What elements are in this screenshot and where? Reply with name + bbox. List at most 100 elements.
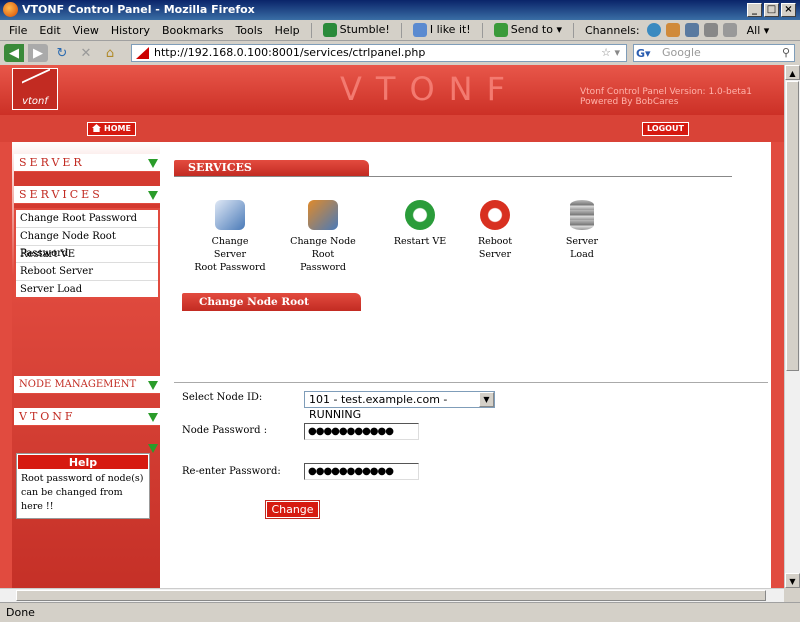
search-icon[interactable]: ⚲ — [782, 45, 790, 61]
vtonf-logo[interactable]: vtonf — [12, 68, 58, 110]
menu-help[interactable]: Help — [270, 24, 305, 37]
search-input[interactable]: G▾ Google ⚲ — [633, 44, 795, 62]
close-button[interactable]: × — [781, 3, 796, 17]
separator — [400, 22, 402, 38]
people-icon[interactable] — [665, 23, 680, 37]
expand-arrow-icon[interactable] — [148, 444, 158, 453]
change-button[interactable]: Change — [265, 500, 320, 519]
node-id-label: Select Node ID: — [182, 392, 263, 403]
node-management-label: NODE MANAGEMENT — [19, 379, 137, 390]
expand-arrow-icon[interactable] — [148, 191, 158, 200]
icon-label: Reboot Server — [477, 236, 513, 260]
change-server-root-password-button[interactable]: Change Server Root Password — [194, 200, 266, 274]
url-text: http://192.168.0.100:8001/services/ctrlp… — [154, 46, 426, 59]
stumble-button[interactable]: Stumble! — [318, 23, 395, 37]
menu-file[interactable]: File — [4, 24, 32, 37]
green-refresh-icon — [405, 200, 435, 230]
address-bar[interactable]: http://192.168.0.100:8001/services/ctrlp… — [131, 44, 627, 62]
reload-icon[interactable]: ↻ — [52, 44, 72, 62]
menu-tools[interactable]: Tools — [230, 24, 267, 37]
stop-icon[interactable]: ✕ — [76, 44, 96, 62]
tag-icon[interactable] — [722, 23, 737, 37]
chevron-down-icon[interactable]: ▼ — [479, 392, 494, 407]
bookmark-star-icon[interactable]: ☆ ▾ — [601, 45, 620, 61]
home-label: HOME — [104, 124, 131, 133]
logo-text: vtonf — [22, 96, 48, 107]
page-header: vtonf VTONF Vtonf Control Panel Version:… — [0, 65, 784, 115]
menu-edit[interactable]: Edit — [34, 24, 65, 37]
scroll-thumb[interactable] — [786, 81, 799, 371]
reboot-server-button[interactable]: Reboot Server — [464, 200, 526, 261]
help-text: Root password of node(s) can be changed … — [21, 473, 144, 512]
maximize-button[interactable]: □ — [764, 3, 779, 17]
icon-label: Server Load — [565, 236, 599, 260]
horizontal-scrollbar[interactable] — [0, 588, 784, 602]
change-node-root-password-button[interactable]: Change Node Root Password — [288, 200, 358, 274]
main-content: SERVICES Change Server Root Password Cha… — [160, 142, 771, 588]
restart-ve-button[interactable]: Restart VE — [390, 200, 450, 248]
help-title: Help — [17, 454, 149, 470]
node-password-field[interactable]: ●●●●●●●●●●● — [304, 423, 419, 440]
menu-bar: File Edit View History Bookmarks Tools H… — [0, 20, 800, 41]
channels-label: Channels: — [585, 23, 640, 37]
google-icon: G▾ — [636, 47, 651, 60]
send-to-label: Send to — [510, 23, 553, 36]
sidebar-item-vtonf[interactable]: VTONF — [14, 408, 160, 426]
minimize-button[interactable]: _ — [747, 3, 762, 17]
server-load-button[interactable]: Server Load — [554, 200, 610, 261]
expand-arrow-icon[interactable] — [148, 159, 158, 168]
back-icon[interactable]: ◀ — [4, 44, 24, 62]
search-placeholder: Google — [662, 46, 701, 59]
reenter-password-field[interactable]: ●●●●●●●●●●● — [304, 463, 419, 480]
menu-bookmarks[interactable]: Bookmarks — [157, 24, 228, 37]
services-submenu: Change Root Password Change Node Root Pa… — [14, 208, 160, 299]
server-label: SERVER — [19, 156, 85, 169]
ilike-label: I like it! — [429, 23, 471, 36]
sidebar-item-server[interactable]: SERVER — [14, 154, 160, 172]
expand-arrow-icon[interactable] — [148, 381, 158, 390]
services-label: SERVICES — [19, 188, 103, 201]
node-id-select[interactable]: 101 - test.example.com - RUNNING ▼ — [304, 391, 495, 421]
node-id-value: 101 - test.example.com - RUNNING — [309, 393, 448, 421]
key-computer-icon — [215, 200, 245, 230]
divider — [174, 382, 768, 383]
brand-title: VTONF — [340, 70, 519, 108]
firefox-icon — [3, 2, 18, 17]
sidebar-item-services[interactable]: SERVICES — [14, 186, 160, 204]
globe-icon[interactable] — [646, 23, 661, 37]
vertical-scrollbar[interactable]: ▲ ▼ — [784, 65, 800, 588]
sidebar-item-node-management[interactable]: NODE MANAGEMENT — [14, 376, 160, 394]
logout-button[interactable]: LOGOUT — [642, 122, 689, 136]
submenu-change-node-root-password[interactable]: Change Node Root Password — [16, 228, 158, 259]
key-cubes-icon — [308, 200, 338, 230]
window-title-bar: VTONF Control Panel - Mozilla Firefox _ … — [0, 0, 800, 20]
send-to-button[interactable]: Send to ▾ — [489, 23, 567, 37]
expand-arrow-icon[interactable] — [148, 413, 158, 422]
sidebar-divider — [14, 172, 160, 186]
page-viewport: vtonf VTONF Vtonf Control Panel Version:… — [0, 65, 784, 588]
forward-icon[interactable]: ▶ — [28, 44, 48, 62]
window-icon[interactable] — [684, 23, 699, 37]
menu-history[interactable]: History — [106, 24, 155, 37]
menu-view[interactable]: View — [68, 24, 104, 37]
home-icon[interactable]: ⌂ — [100, 44, 120, 62]
stumbleupon-icon — [322, 23, 337, 37]
scroll-thumb[interactable] — [16, 590, 766, 601]
all-channels-button[interactable]: All ▾ — [742, 24, 775, 37]
submenu-restart-ve[interactable]: Restart VE — [16, 246, 158, 264]
status-bar: Done — [0, 602, 800, 622]
scroll-down-icon[interactable]: ▼ — [785, 573, 800, 588]
scroll-up-icon[interactable]: ▲ — [785, 65, 800, 80]
status-text: Done — [6, 606, 35, 619]
home-button[interactable]: HOME — [87, 122, 136, 136]
house-icon — [92, 124, 101, 132]
camera-icon[interactable] — [703, 23, 718, 37]
submenu-change-root-password[interactable]: Change Root Password — [16, 210, 158, 228]
submenu-server-load[interactable]: Server Load — [16, 281, 158, 299]
version-text: Vtonf Control Panel Version: 1.0-beta1 — [580, 87, 753, 97]
submenu-reboot-server[interactable]: Reboot Server — [16, 263, 158, 282]
separator — [310, 22, 312, 38]
ilike-button[interactable]: I like it! — [408, 23, 476, 37]
version-info: Vtonf Control Panel Version: 1.0-beta1 P… — [580, 87, 752, 107]
node-password-label: Node Password : — [182, 425, 268, 436]
